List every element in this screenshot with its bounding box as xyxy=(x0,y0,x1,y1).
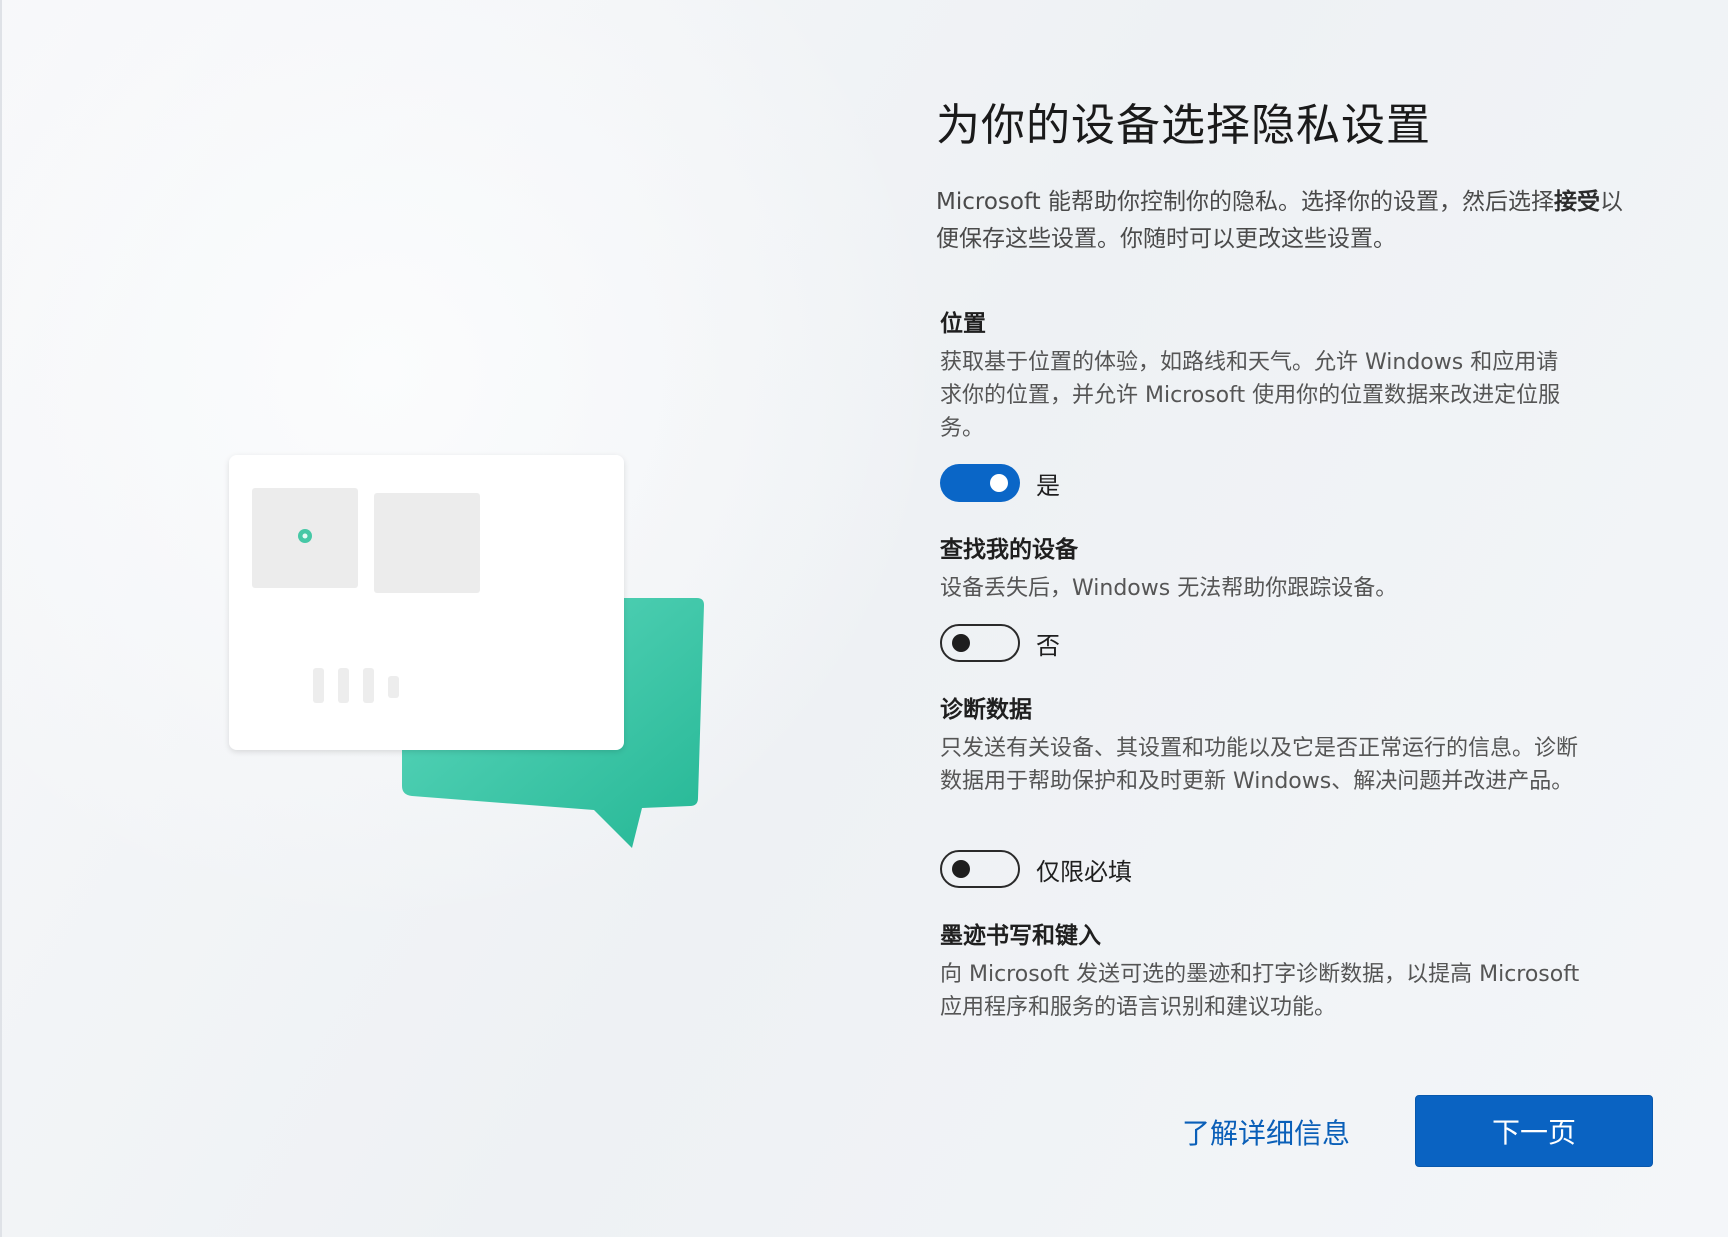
setting-description: 向 Microsoft 发送可选的墨迹和打字诊断数据，以提高 Microsoft… xyxy=(940,962,1580,1020)
setting-location: 位置 获取基于位置的体验，如路线和天气。允许 Windows 和应用请求你的位置… xyxy=(940,308,1580,445)
find-my-device-toggle-label: 否 xyxy=(1036,631,1060,660)
setting-description: 设备丢失后，Windows 无法帮助你跟踪设备。 xyxy=(940,576,1398,601)
next-button[interactable]: 下一页 xyxy=(1415,1095,1653,1167)
location-toggle-label: 是 xyxy=(1036,471,1060,500)
diagnostic-data-toggle-label: 仅限必填 xyxy=(1036,857,1132,886)
oobe-window: 为你的设备选择隐私设置 Microsoft 能帮助你控制你的隐私。选择你的设置，… xyxy=(0,0,1728,1237)
location-toggle[interactable] xyxy=(940,464,1020,502)
setting-find-my-device: 查找我的设备 设备丢失后，Windows 无法帮助你跟踪设备。 xyxy=(940,534,1580,605)
learn-more-link[interactable]: 了解详细信息 xyxy=(1182,1112,1350,1152)
setting-description: 只发送有关设备、其设置和功能以及它是否正常运行的信息。诊断数据用于帮助保护和及时… xyxy=(940,736,1579,794)
main-content: 为你的设备选择隐私设置 Microsoft 能帮助你控制你的隐私。选择你的设置，… xyxy=(936,96,1636,258)
setting-diagnostic-data: 诊断数据 只发送有关设备、其设置和功能以及它是否正常运行的信息。诊断数据用于帮助… xyxy=(940,694,1580,798)
intro-text: Microsoft 能帮助你控制你的隐私。选择你的设置，然后选择接受以便保存这些… xyxy=(936,184,1636,258)
toggle-knob xyxy=(952,860,970,878)
toggle-knob xyxy=(990,474,1008,492)
find-my-device-toggle[interactable] xyxy=(940,624,1020,662)
setting-description: 获取基于位置的体验，如路线和天气。允许 Windows 和应用请求你的位置，并允… xyxy=(940,350,1561,441)
setting-title: 墨迹书写和键入 xyxy=(940,923,1101,949)
diagnostic-data-toggle[interactable] xyxy=(940,850,1020,888)
location-toggle-row: 是 xyxy=(940,464,1060,502)
setting-title: 位置 xyxy=(940,311,986,337)
setting-title: 查找我的设备 xyxy=(940,537,1078,563)
find-my-device-toggle-row: 否 xyxy=(940,624,1060,662)
chat-bubble-illustration xyxy=(229,455,704,848)
intro-prefix: Microsoft 能帮助你控制你的隐私。选择你的设置，然后选择 xyxy=(936,189,1554,215)
toggle-knob xyxy=(952,634,970,652)
setting-title: 诊断数据 xyxy=(940,697,1032,723)
page-title: 为你的设备选择隐私设置 xyxy=(936,100,1431,151)
intro-bold-accept: 接受 xyxy=(1553,189,1600,215)
diagnostic-data-toggle-row: 仅限必填 xyxy=(940,850,1132,888)
setting-inking-typing: 墨迹书写和键入 向 Microsoft 发送可选的墨迹和打字诊断数据，以提高 M… xyxy=(940,920,1580,1024)
privacy-illustration xyxy=(222,448,722,848)
